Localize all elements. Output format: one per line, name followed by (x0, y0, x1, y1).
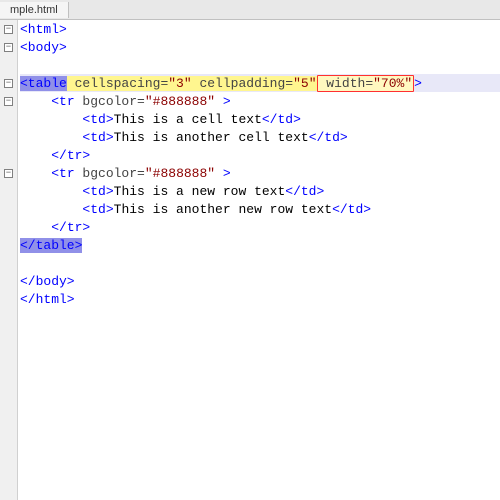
td-tag: <td> (82, 112, 113, 127)
html-tag: <html> (20, 22, 67, 37)
attr-cellpadding-val: "5" (293, 76, 316, 91)
tr-close-tag: </tr> (51, 220, 90, 235)
td-close-tag: </td> (332, 202, 371, 217)
code-line[interactable]: </table> (20, 236, 500, 254)
code-line[interactable]: <td>This is another cell text</td> (20, 128, 500, 146)
code-line[interactable]: </tr> (20, 218, 500, 236)
attr-cellspacing-val: "3" (168, 76, 191, 91)
code-line[interactable] (20, 56, 500, 74)
td-tag: <td> (82, 130, 113, 145)
html-close-tag: </html> (20, 292, 75, 307)
code-editor[interactable]: − − − − − <html> <body> <table cellspaci… (0, 20, 500, 500)
attr-bgcolor: bgcolor (75, 166, 137, 181)
code-line[interactable]: <td>This is a cell text</td> (20, 110, 500, 128)
td-close-tag: </td> (285, 184, 324, 199)
code-line[interactable]: <tr bgcolor="#888888" > (20, 164, 500, 182)
attr-bgcolor-val: "#888888" (145, 166, 215, 181)
code-line[interactable] (20, 254, 500, 272)
cell-text: This is a cell text (114, 112, 262, 127)
code-area[interactable]: <html> <body> <table cellspacing="3" cel… (18, 20, 500, 500)
fold-gutter: − − − − − (0, 20, 18, 500)
attr-bgcolor: bgcolor (75, 94, 137, 109)
fold-toggle[interactable]: − (0, 74, 17, 92)
tr-close-tag: </tr> (51, 148, 90, 163)
td-close-tag: </td> (309, 130, 348, 145)
tab-bar: mple.html (0, 0, 500, 20)
cell-text: This is a new row text (114, 184, 286, 199)
attr-width-val: "70%" (373, 76, 412, 91)
code-line[interactable]: </tr> (20, 146, 500, 164)
code-line[interactable]: </html> (20, 290, 500, 308)
code-line[interactable]: <td>This is a new row text</td> (20, 182, 500, 200)
file-tab[interactable]: mple.html (0, 2, 69, 18)
attr-bgcolor-val: "#888888" (145, 94, 215, 109)
code-line[interactable]: </body> (20, 272, 500, 290)
attr-width: width (319, 76, 366, 91)
table-open-tag: <table (20, 76, 67, 91)
attr-cellspacing: cellspacing (67, 76, 161, 91)
tr-tag: <tr (51, 166, 74, 181)
body-tag: <body> (20, 40, 67, 55)
cell-text: This is another new row text (114, 202, 332, 217)
td-tag: <td> (82, 202, 113, 217)
td-close-tag: </td> (262, 112, 301, 127)
fold-toggle[interactable]: − (0, 164, 17, 182)
attr-cellpadding: cellpadding (192, 76, 286, 91)
code-line[interactable]: <body> (20, 38, 500, 56)
code-line[interactable]: <td>This is another new row text</td> (20, 200, 500, 218)
cell-text: This is another cell text (114, 130, 309, 145)
code-line[interactable]: <tr bgcolor="#888888" > (20, 92, 500, 110)
code-line-highlighted[interactable]: <table cellspacing="3" cellpadding="5" w… (20, 74, 500, 92)
td-tag: <td> (82, 184, 113, 199)
fold-toggle[interactable]: − (0, 38, 17, 56)
code-line[interactable]: <html> (20, 20, 500, 38)
tr-tag: <tr (51, 94, 74, 109)
fold-toggle[interactable]: − (0, 20, 17, 38)
body-close-tag: </body> (20, 274, 75, 289)
fold-toggle[interactable]: − (0, 92, 17, 110)
table-close-tag: </table> (20, 238, 82, 253)
